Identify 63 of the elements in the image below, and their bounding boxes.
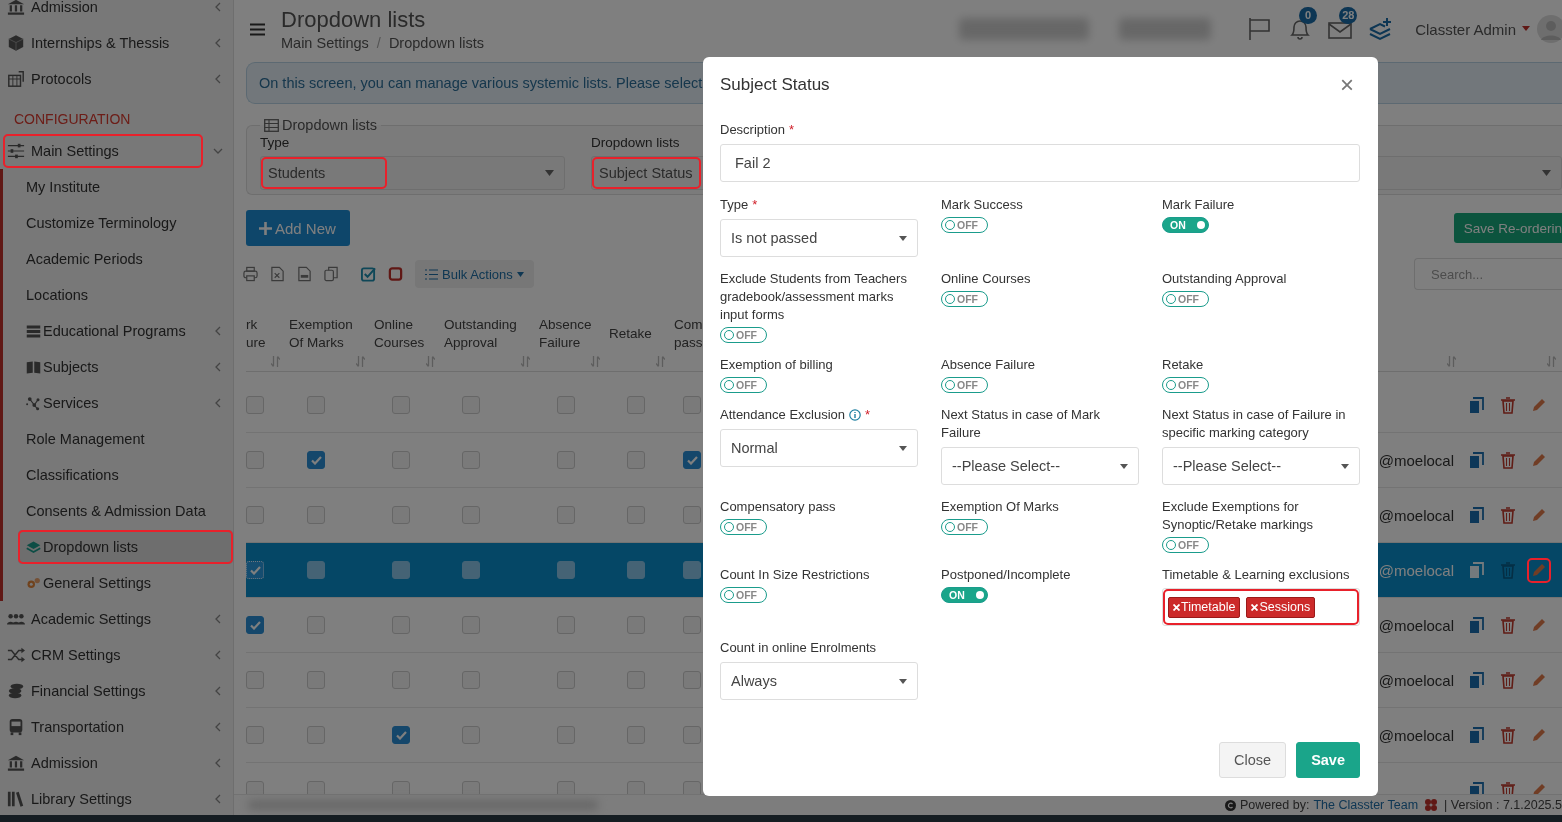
- field-label: Retake: [1162, 356, 1204, 374]
- breadcrumb-current: Dropdown lists: [388, 35, 484, 51]
- sidebar-subitem-label: Services: [43, 395, 99, 411]
- field-label: Exemption of billing: [720, 356, 833, 374]
- sidebar-subitem-label: Subjects: [43, 359, 99, 375]
- table-cell-text: @moelocal: [1377, 671, 1455, 689]
- breadcrumb-separator: /: [376, 35, 381, 51]
- sidebar-subitem-label: Classifications: [26, 467, 119, 483]
- table-cell-text: @moelocal: [1377, 616, 1455, 634]
- field-label: Count in online Enrolments: [720, 639, 877, 657]
- required-mark: *: [789, 121, 795, 139]
- sidebar-subitem-label: Locations: [26, 287, 89, 303]
- sidebar-item-label: Academic Settings: [31, 611, 152, 627]
- field-label: Outstanding Approval: [1162, 270, 1287, 288]
- field-label: Mark Failure: [1162, 196, 1235, 214]
- field-label: Postponed/Incomplete: [941, 566, 1071, 584]
- sidebar-item-label: Admission: [31, 0, 98, 15]
- notification-badge: 0: [1299, 7, 1318, 24]
- field-label: Online Courses: [941, 270, 1031, 288]
- section-heading: CONFIGURATION: [13, 110, 132, 129]
- sidebar-item-label: Transportation: [31, 719, 124, 735]
- table-cell-text: @moelocal: [1377, 506, 1455, 524]
- sidebar-subitem-label: My Institute: [26, 179, 101, 195]
- message-badge: 28: [1339, 7, 1358, 24]
- sidebar-item-label: Financial Settings: [31, 683, 146, 699]
- field-label: Attendance Exclusion: [720, 406, 846, 424]
- required-mark: *: [865, 406, 871, 424]
- modal-title: Subject Status: [720, 75, 830, 95]
- panel-legend: Dropdown lists: [282, 117, 378, 133]
- sidebar-item-label: Protocols: [31, 71, 92, 87]
- field-label: Exclude Exemptions for Synoptic/Retake markings: [1162, 498, 1314, 534]
- sidebar-item-label: Main Settings: [31, 143, 119, 159]
- page-title: Dropdown lists: [281, 7, 427, 33]
- sidebar-subitem-label: Dropdown lists: [43, 539, 139, 555]
- field-label: Type: [260, 135, 290, 150]
- version-text: | Version : 7.1.2025.5: [1444, 798, 1562, 812]
- table-cell-text: @moelocal: [1377, 561, 1455, 579]
- table-cell-text: @moelocal: [1377, 451, 1455, 469]
- sidebar-subitem-label: Role Management: [26, 431, 145, 447]
- field-label: Next Status in case of Mark Failure: [941, 406, 1101, 442]
- field-label: Exclude Students from Teachers gradebook/assessment marks input forms: [720, 270, 908, 324]
- sidebar-subitem-label: Academic Periods: [26, 251, 143, 267]
- sidebar-item-label: Admission: [31, 755, 98, 771]
- field-label: Mark Success: [941, 196, 1023, 214]
- sidebar-subitem-label: Consents & Admission Data: [26, 503, 206, 519]
- sidebar-item-label: Internships & Thessis: [31, 35, 170, 51]
- field-label: Absence Failure: [941, 356, 1035, 374]
- field-label: Count In Size Restrictions: [720, 566, 870, 584]
- field-label: Type: [720, 196, 749, 214]
- sidebar-subitem-label: Educational Programs: [43, 323, 186, 339]
- field-label: Description: [720, 121, 786, 139]
- field-label: Compensatory pass: [720, 498, 836, 516]
- field-label: Next Status in case of Failure in specific marking category: [1162, 406, 1347, 442]
- field-label: Timetable & Learning exclusions: [1162, 566, 1350, 584]
- field-label: Exemption Of Marks: [941, 498, 1059, 516]
- sidebar-item-label: Library Settings: [31, 791, 132, 807]
- footer-text: Powered by:: [1239, 798, 1310, 812]
- table-cell-text: @moelocal: [1377, 726, 1455, 744]
- sidebar-subitem-label: General Settings: [43, 575, 151, 591]
- sidebar-subitem-label: Customize Terminology: [26, 215, 177, 231]
- sidebar-item-label: CRM Settings: [31, 647, 121, 663]
- required-mark: *: [752, 196, 758, 214]
- field-label: Dropdown lists: [591, 135, 680, 150]
